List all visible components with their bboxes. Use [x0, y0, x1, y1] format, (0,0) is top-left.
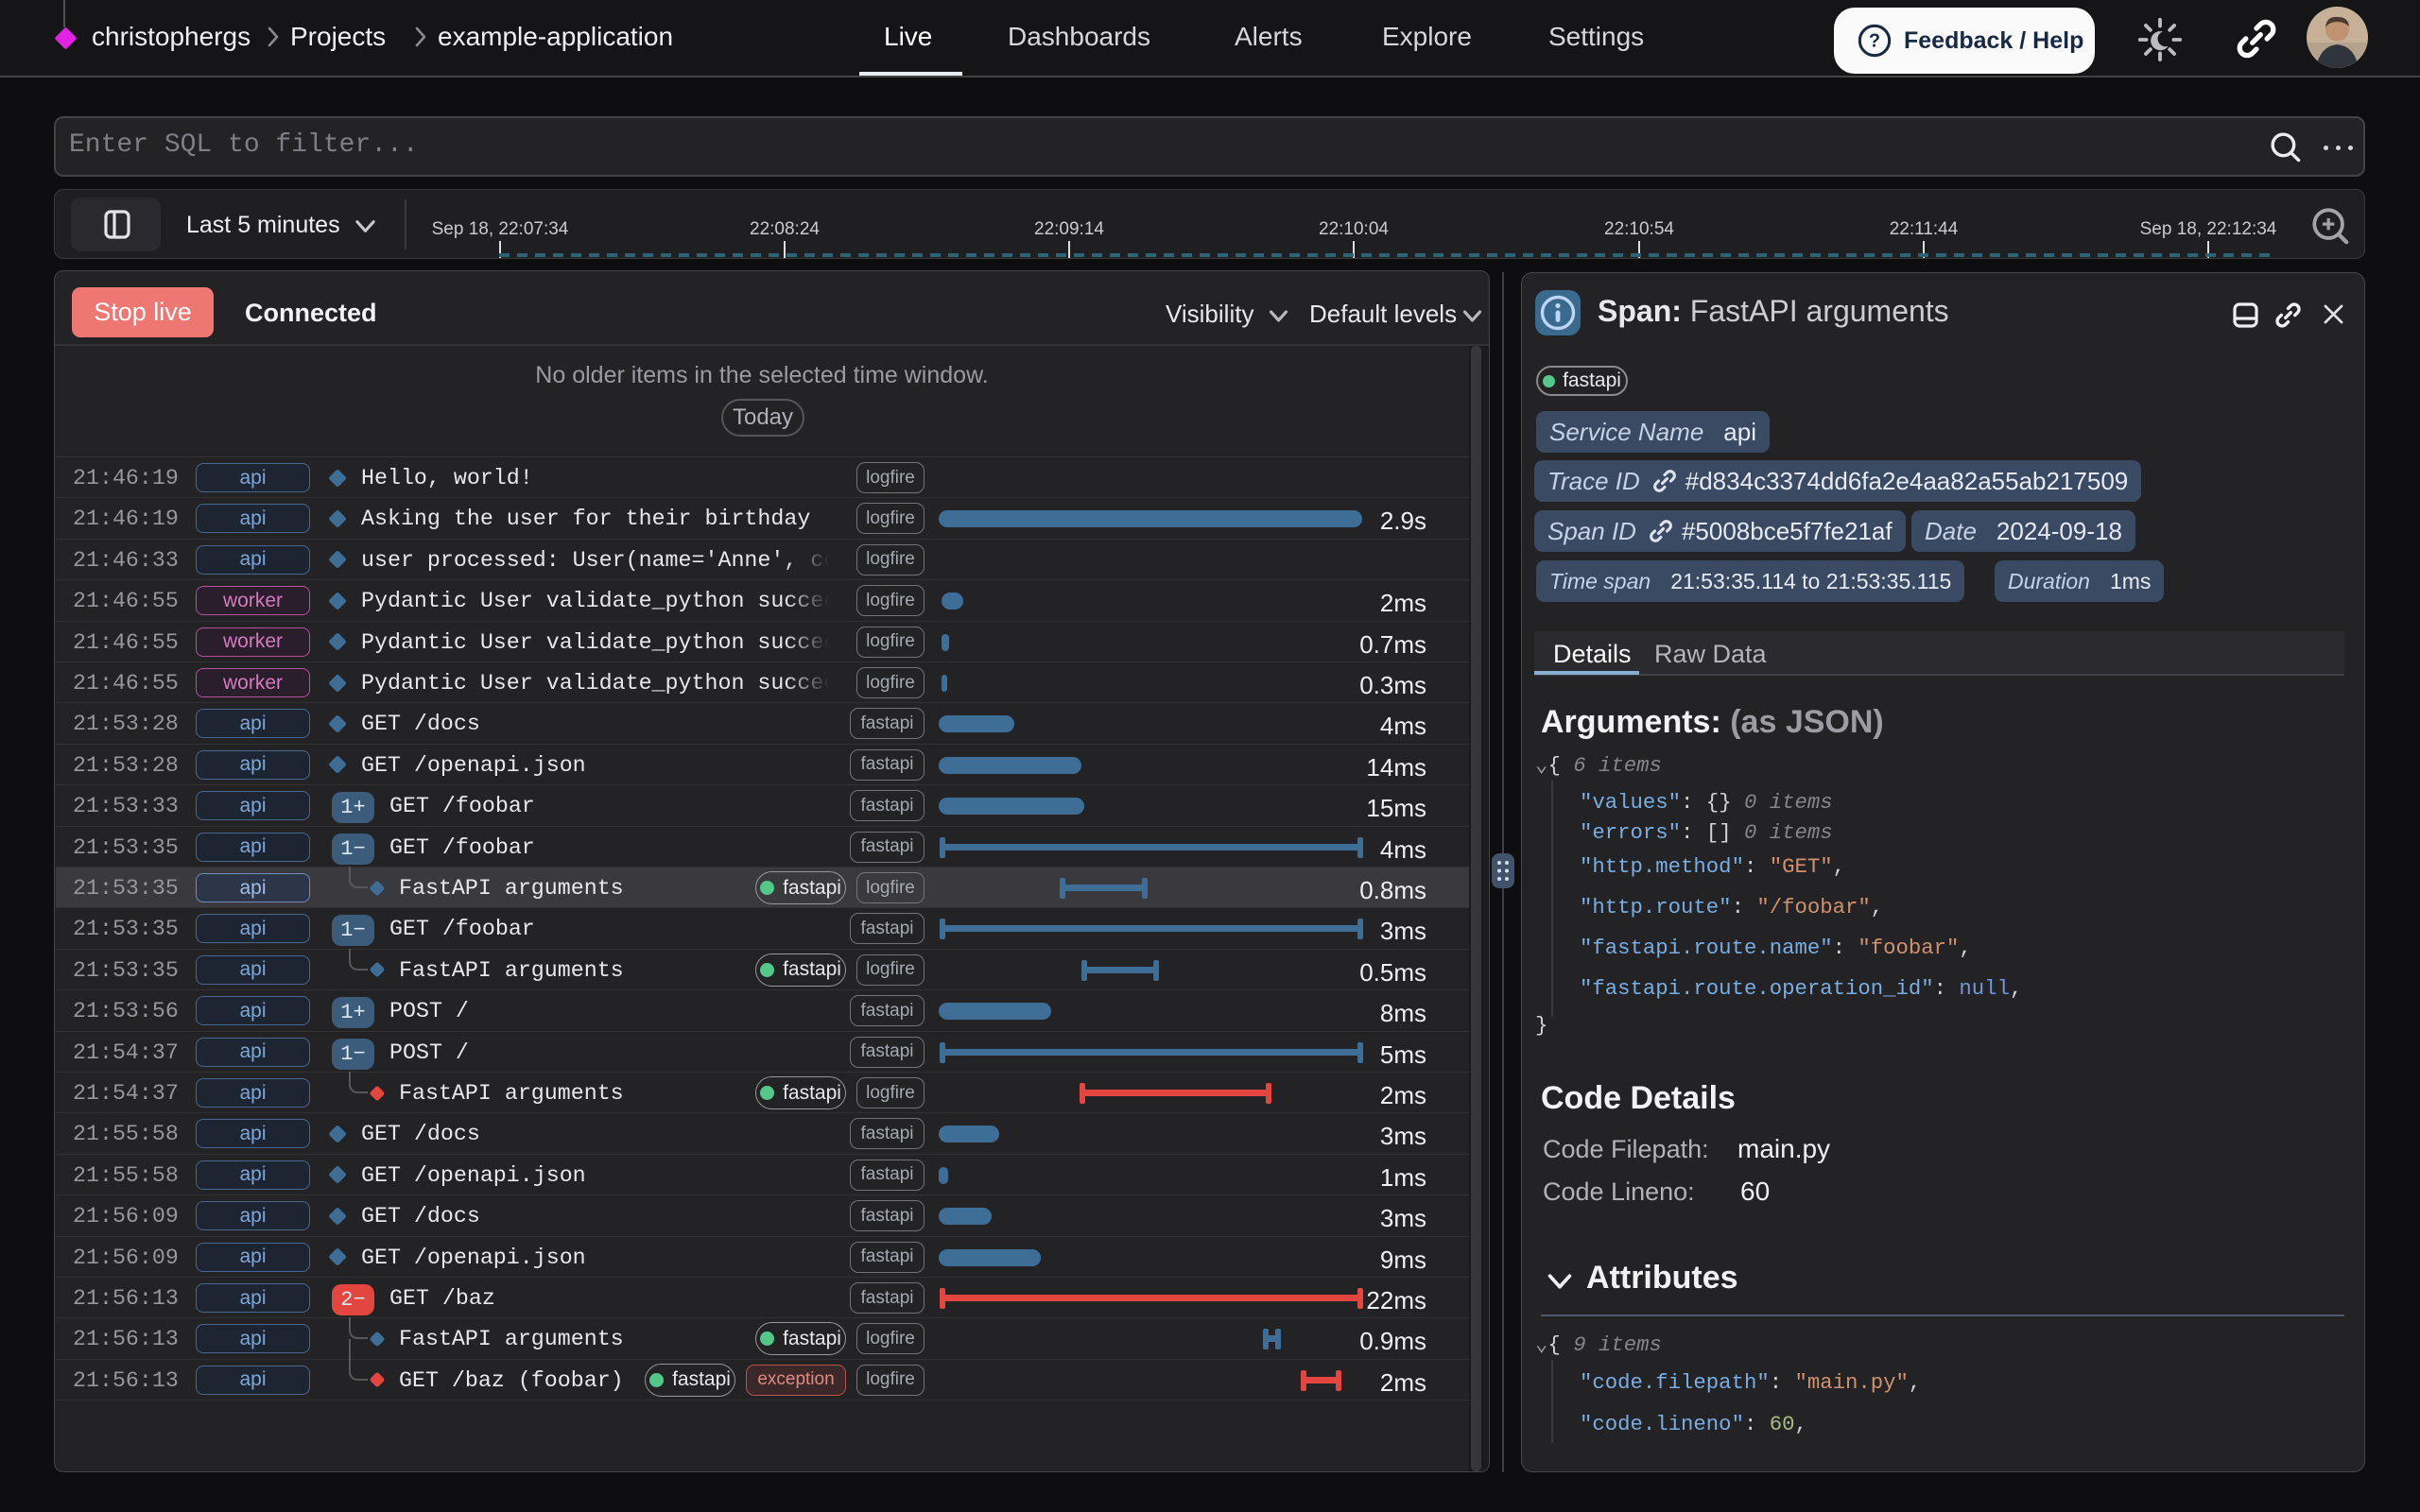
svg-text:?: ? — [1869, 31, 1880, 52]
